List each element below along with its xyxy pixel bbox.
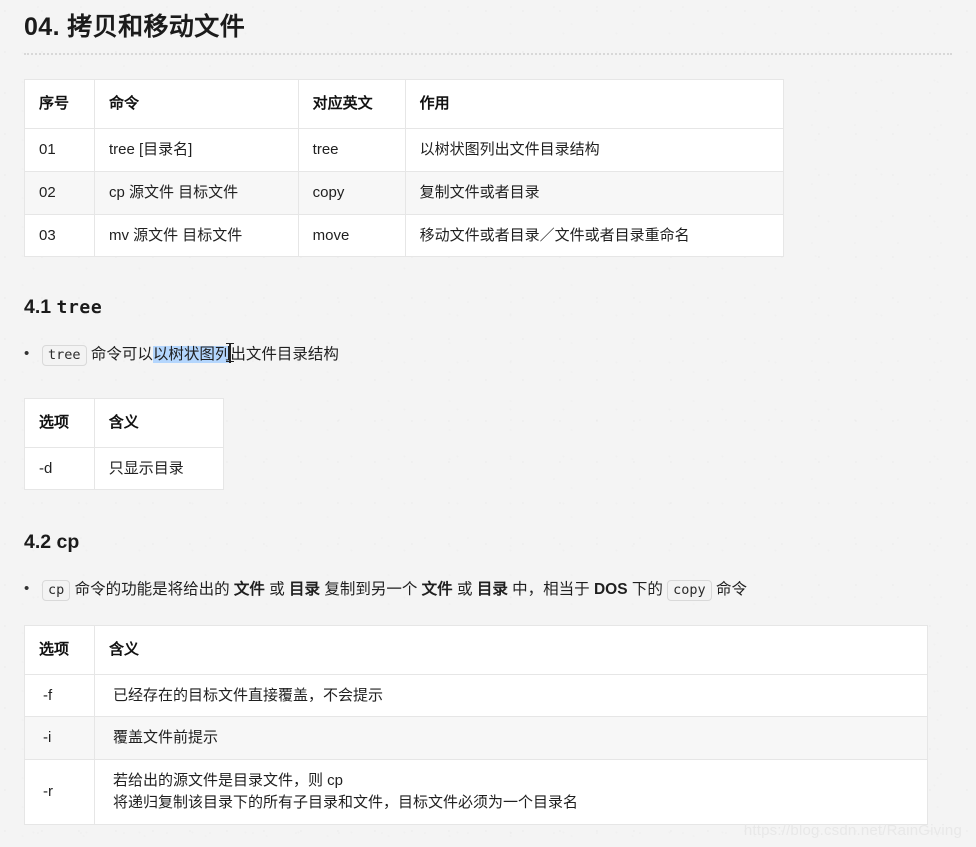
cell-index: 01 bbox=[24, 128, 95, 172]
bullet-bold-dos: DOS bbox=[593, 580, 628, 598]
cell-meaning: 若给出的源文件是目录文件，则 cp 将递归复制该目录下的所有子目录和文件，目标文… bbox=[93, 759, 929, 825]
cell-english: copy bbox=[297, 170, 406, 215]
section-number: 4.2 bbox=[24, 531, 57, 554]
cell-index: 02 bbox=[24, 170, 95, 215]
table-row: 02 cp 源文件 目标文件 copy 复制文件或者目录 bbox=[24, 170, 785, 215]
bullet-part-1: 命令的功能是将给出的 bbox=[70, 580, 234, 598]
cell-meaning: 覆盖文件前提示 bbox=[93, 716, 929, 761]
bullet-text-after-selection: 出文件目录结构 bbox=[230, 345, 339, 363]
bullet-tree-description: • tree 命令可以以树状图列出文件目录结构 bbox=[24, 342, 952, 366]
bullet-bold-file-2: 文件 bbox=[421, 580, 453, 598]
cell-command: tree [目录名] bbox=[93, 128, 299, 172]
bullet-text: cp 命令的功能是将给出的 文件 或 目录 复制到另一个 文件 或 目录 中，相… bbox=[42, 578, 952, 601]
cell-command: cp 源文件 目标文件 bbox=[93, 170, 299, 215]
table-header-row: 序号 命令 对应英文 作用 bbox=[24, 79, 785, 129]
column-header-option: 选项 bbox=[24, 397, 95, 448]
tree-options-table: 选项 含义 -d 只显示目录 bbox=[24, 397, 225, 491]
cell-option: -i bbox=[24, 716, 95, 761]
inline-code-cp: cp bbox=[42, 579, 71, 601]
cell-purpose: 复制文件或者目录 bbox=[404, 170, 785, 215]
cell-purpose: 以树状图列出文件目录结构 bbox=[404, 128, 785, 172]
bullet-text: tree 命令可以以树状图列出文件目录结构 bbox=[42, 342, 952, 366]
cp-options-table: 选项 含义 -f 已经存在的目标文件直接覆盖，不会提示 -i 覆盖文件前提示 -… bbox=[24, 624, 929, 825]
cell-option: -f bbox=[24, 673, 95, 718]
bullet-part-5: 中，相当于 bbox=[507, 580, 594, 598]
cell-meaning: 已经存在的目标文件直接覆盖，不会提示 bbox=[93, 673, 929, 718]
bullet-part-6: 下的 bbox=[627, 580, 668, 598]
column-header-english: 对应英文 bbox=[297, 79, 406, 129]
table-header-row: 选项 含义 bbox=[24, 624, 929, 675]
table-row: -i 覆盖文件前提示 bbox=[24, 716, 929, 761]
column-header-meaning: 含义 bbox=[93, 397, 225, 448]
bullet-bold-dir-2: 目录 bbox=[476, 580, 508, 598]
page-title: 04. 拷贝和移动文件 bbox=[24, 0, 952, 56]
cell-command: mv 源文件 目标文件 bbox=[93, 213, 299, 258]
section-title-code: tree bbox=[56, 297, 103, 319]
column-header-command: 命令 bbox=[93, 79, 299, 129]
bullet-dot-icon: • bbox=[24, 579, 30, 597]
table-row: -d 只显示目录 bbox=[24, 446, 225, 491]
bullet-part-3: 复制到另一个 bbox=[320, 580, 422, 598]
bullet-part-2: 或 bbox=[264, 580, 290, 598]
site-watermark: https://blog.csdn.net/RainGiving bbox=[743, 822, 962, 839]
cell-option: -r bbox=[24, 759, 95, 825]
bullet-part-7: 命令 bbox=[711, 580, 747, 598]
section-title-code: cp bbox=[56, 531, 80, 554]
bullet-cp-description: • cp 命令的功能是将给出的 文件 或 目录 复制到另一个 文件 或 目录 中… bbox=[24, 578, 952, 601]
cell-option: -d bbox=[24, 446, 95, 491]
bullet-text-before-selection: 命令可以 bbox=[86, 345, 153, 363]
cell-index: 03 bbox=[24, 213, 95, 258]
table-row: -f 已经存在的目标文件直接覆盖，不会提示 bbox=[24, 673, 929, 718]
section-number: 4.1 bbox=[24, 296, 57, 319]
column-header-index: 序号 bbox=[24, 79, 95, 129]
document-page: 04. 拷贝和移动文件 序号 命令 对应英文 作用 01 tree [目录名] … bbox=[0, 0, 976, 847]
cell-meaning: 只显示目录 bbox=[93, 446, 225, 491]
cell-english: tree bbox=[297, 128, 406, 172]
column-header-meaning: 含义 bbox=[93, 624, 929, 675]
command-summary-table: 序号 命令 对应英文 作用 01 tree [目录名] tree 以树状图列出文… bbox=[24, 79, 785, 258]
inline-code-tree: tree bbox=[42, 344, 87, 366]
table-row: -r 若给出的源文件是目录文件，则 cp 将递归复制该目录下的所有子目录和文件，… bbox=[24, 759, 929, 825]
selected-text-highlight: 以树状图列 bbox=[152, 345, 231, 363]
bullet-part-4: 或 bbox=[452, 580, 477, 598]
column-header-purpose: 作用 bbox=[404, 79, 785, 129]
section-heading-tree: 4.1 tree bbox=[24, 295, 952, 320]
inline-code-copy: copy bbox=[667, 579, 712, 601]
cell-purpose: 移动文件或者目录／文件或者目录重命名 bbox=[404, 213, 785, 258]
table-row: 03 mv 源文件 目标文件 move 移动文件或者目录／文件或者目录重命名 bbox=[24, 213, 785, 258]
bullet-bold-file-1: 文件 bbox=[233, 580, 265, 598]
cell-english: move bbox=[297, 213, 406, 258]
bullet-dot-icon: • bbox=[24, 344, 30, 362]
section-heading-cp: 4.2 cp bbox=[24, 530, 952, 555]
column-header-option: 选项 bbox=[24, 624, 95, 675]
bullet-bold-dir-1: 目录 bbox=[289, 580, 321, 598]
table-header-row: 选项 含义 bbox=[24, 397, 225, 448]
table-row: 01 tree [目录名] tree 以树状图列出文件目录结构 bbox=[24, 128, 785, 172]
